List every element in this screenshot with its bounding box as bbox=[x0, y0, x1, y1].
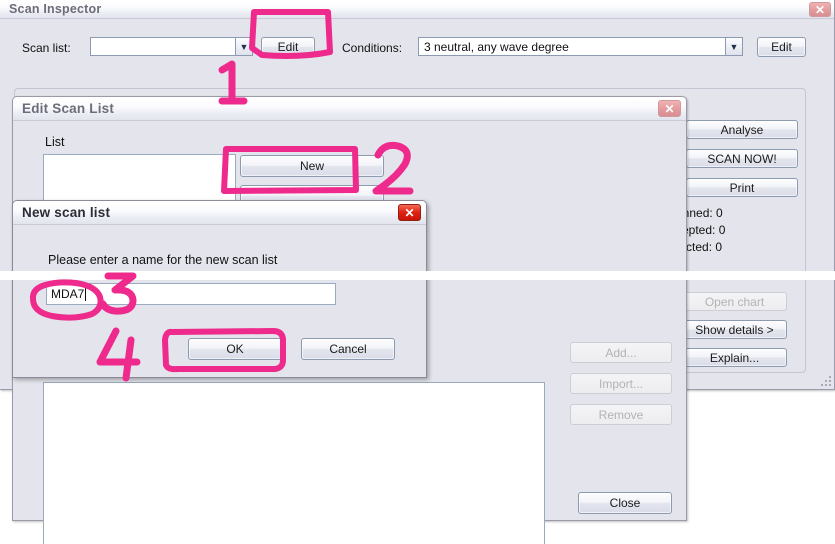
resize-grip-icon[interactable] bbox=[817, 372, 831, 386]
print-button[interactable]: Print bbox=[686, 178, 798, 197]
open-chart-button: Open chart bbox=[682, 292, 787, 311]
new-button[interactable]: New bbox=[240, 155, 384, 177]
analyse-button[interactable]: Analyse bbox=[686, 120, 798, 139]
new-scan-list-title: New scan list bbox=[22, 205, 111, 220]
add-button: Add... bbox=[570, 342, 672, 363]
chevron-down-icon[interactable]: ▼ bbox=[725, 37, 743, 56]
conditions-value[interactable]: 3 neutral, any wave degree bbox=[418, 37, 725, 56]
stat-rejected: ejected: 0 bbox=[670, 240, 723, 254]
text-caret-icon bbox=[85, 287, 87, 301]
conditions-label: Conditions: bbox=[342, 41, 403, 55]
scan-stats: canned: 0 ccepted: 0 ejected: 0 bbox=[670, 205, 810, 256]
scan-now-button[interactable]: SCAN NOW! bbox=[686, 149, 798, 168]
new-scan-list-titlebar[interactable]: New scan list ✕ bbox=[13, 201, 426, 225]
scan-list-items-listbox[interactable] bbox=[43, 382, 545, 544]
scan-inspector-titlebar[interactable]: Scan Inspector ✕ bbox=[0, 0, 834, 19]
new-scan-list-prompt: Please enter a name for the new scan lis… bbox=[48, 253, 278, 267]
import-button: Import... bbox=[570, 373, 672, 394]
new-scan-list-dialog: New scan list ✕ Please enter a name for … bbox=[12, 200, 427, 378]
remove-button: Remove bbox=[570, 404, 672, 425]
scan-list-edit-button[interactable]: Edit bbox=[261, 37, 315, 57]
scan-list-label: Scan list: bbox=[22, 41, 71, 55]
list-label: List bbox=[45, 135, 65, 149]
scan-list-value[interactable] bbox=[90, 37, 235, 56]
screenshot-root: Scan Inspector ✕ Scan list: ▼ Edit Condi… bbox=[0, 0, 835, 544]
ok-button[interactable]: OK bbox=[188, 338, 282, 360]
close-icon[interactable]: ✕ bbox=[658, 100, 681, 117]
stat-scanned: canned: 0 bbox=[670, 206, 723, 220]
edit-scan-list-titlebar[interactable]: Edit Scan List ✕ bbox=[13, 97, 686, 121]
close-icon[interactable]: ✕ bbox=[809, 2, 831, 17]
conditions-edit-button[interactable]: Edit bbox=[757, 37, 806, 57]
conditions-combo[interactable]: 3 neutral, any wave degree ▼ bbox=[418, 37, 743, 56]
edit-scan-list-title: Edit Scan List bbox=[22, 101, 115, 116]
close-icon[interactable]: ✕ bbox=[398, 204, 421, 221]
explain-button[interactable]: Explain... bbox=[682, 348, 787, 367]
scan-list-combo[interactable]: ▼ bbox=[90, 37, 253, 56]
scan-inspector-title: Scan Inspector bbox=[9, 2, 102, 16]
list-name-input[interactable] bbox=[43, 154, 236, 204]
chevron-down-icon[interactable]: ▼ bbox=[235, 37, 253, 56]
close-button[interactable]: Close bbox=[578, 492, 672, 514]
new-scan-list-name-input[interactable]: MDA7 bbox=[46, 283, 336, 305]
show-details-button[interactable]: Show details > bbox=[682, 320, 787, 339]
scan-inspector-toolbar: Scan list: ▼ Edit Conditions: 3 neutral,… bbox=[0, 19, 835, 79]
cancel-button[interactable]: Cancel bbox=[301, 338, 395, 360]
new-scan-list-name-value: MDA7 bbox=[51, 287, 85, 301]
stat-accepted: ccepted: 0 bbox=[670, 223, 726, 237]
